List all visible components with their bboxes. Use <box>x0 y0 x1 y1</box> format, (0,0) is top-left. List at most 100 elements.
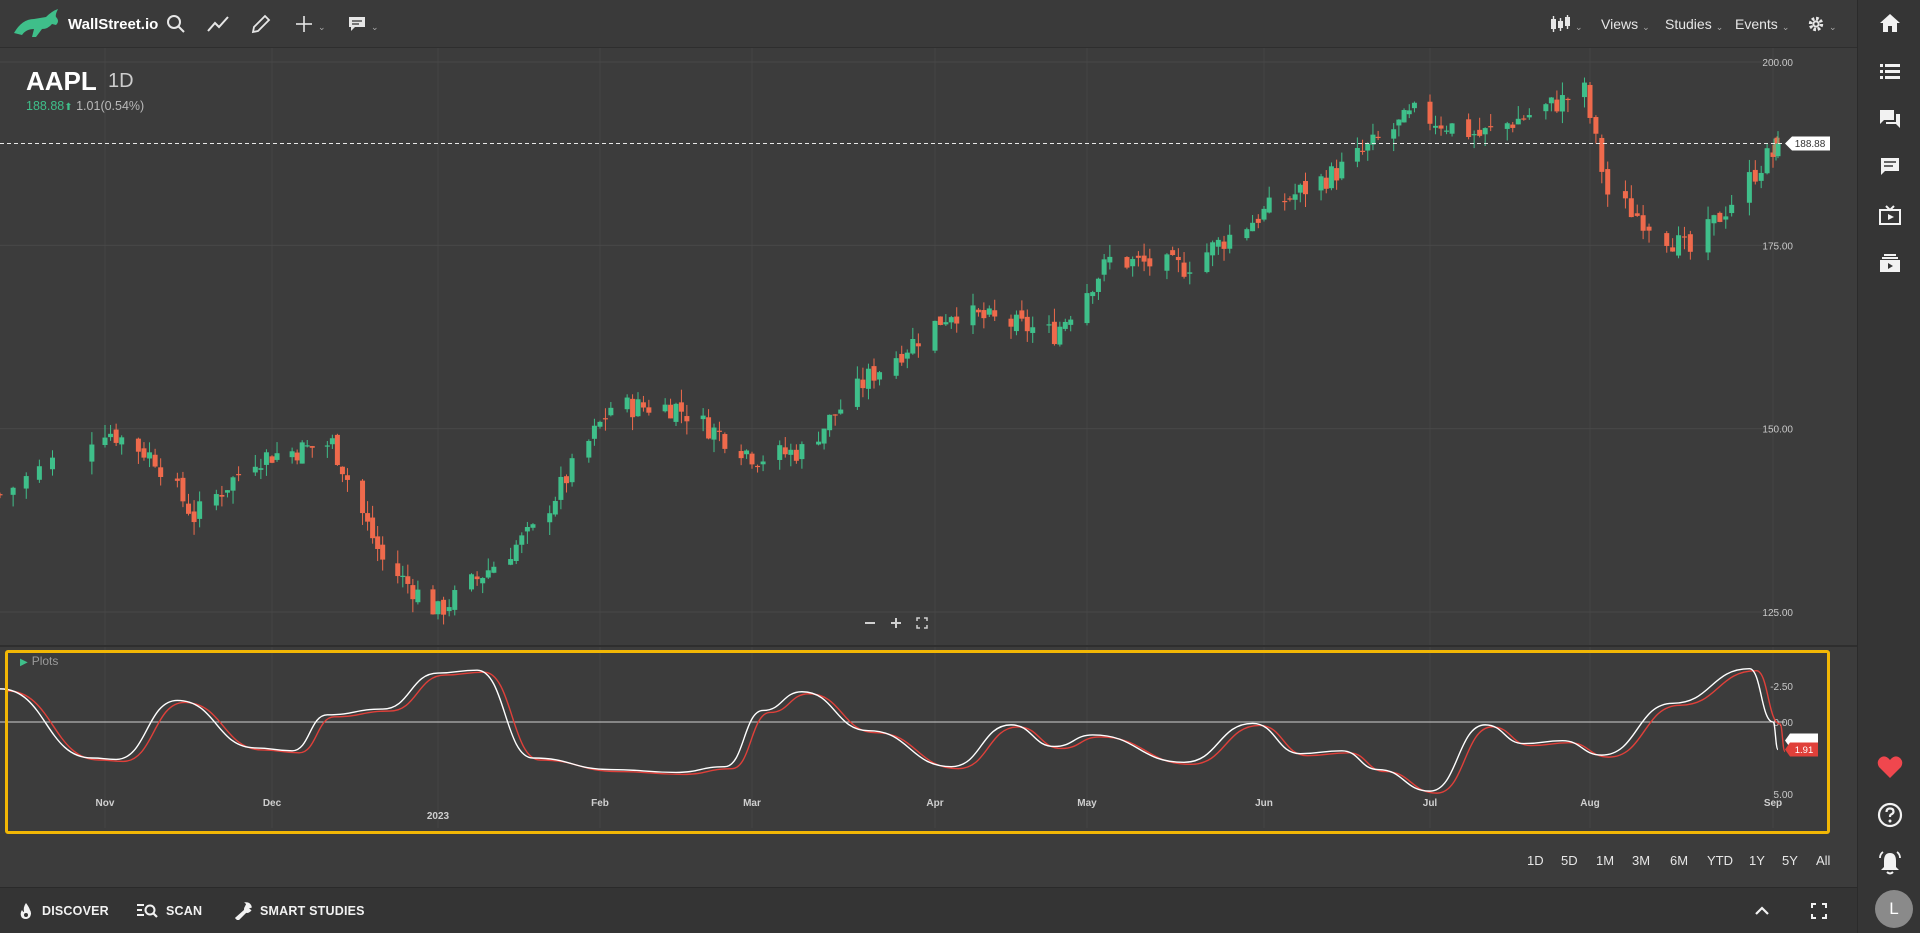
zoom-in-button[interactable] <box>886 613 906 633</box>
candle <box>673 402 679 426</box>
candle <box>1141 243 1147 272</box>
candle-body <box>186 503 191 514</box>
favorites-button[interactable] <box>1858 749 1920 785</box>
candle-body <box>1711 215 1717 224</box>
candle-body <box>1221 241 1227 249</box>
study-panel-label[interactable]: ▶ Plots <box>20 654 58 668</box>
library-button[interactable] <box>1858 245 1920 281</box>
range-button-ytd[interactable]: YTD <box>1707 853 1733 868</box>
discover-label: DISCOVER <box>42 904 109 918</box>
draw-button[interactable] <box>250 0 272 48</box>
candle-body <box>415 589 421 603</box>
chart-canvas[interactable]: 200.00175.00150.00125.00188.885.000.00-2… <box>0 48 1857 838</box>
search-button[interactable] <box>166 0 186 48</box>
events-menu[interactable]: Events ⌄ <box>1735 0 1789 48</box>
candle <box>1244 227 1250 241</box>
trend-line-button[interactable] <box>206 0 230 48</box>
candle-body <box>700 415 706 420</box>
chart-type-button[interactable]: ⌄ <box>1549 0 1583 48</box>
brand-logo[interactable]: WallStreet.io <box>12 0 158 48</box>
range-button-3m[interactable]: 3M <box>1632 853 1650 868</box>
reset-zoom-button[interactable] <box>912 613 932 633</box>
candle-body <box>630 398 636 418</box>
candle-body <box>360 480 366 514</box>
messages-button[interactable] <box>1858 149 1920 185</box>
candle-body <box>1147 258 1153 267</box>
discover-button[interactable]: DISCOVER <box>18 888 109 933</box>
candle-body <box>1444 130 1450 132</box>
candle-body <box>446 607 452 612</box>
candle-body <box>1705 219 1711 253</box>
candle <box>832 414 838 426</box>
candle-body <box>1687 234 1693 252</box>
views-menu[interactable]: Views ⌄ <box>1601 0 1650 48</box>
forum-button[interactable] <box>1858 101 1920 137</box>
candle-body <box>1030 327 1036 333</box>
candle-body <box>485 570 491 578</box>
range-button-1d[interactable]: 1D <box>1527 853 1544 868</box>
candle-body <box>1581 82 1587 98</box>
alerts-button[interactable] <box>1858 845 1920 881</box>
candle <box>1287 196 1293 202</box>
candle-body <box>1255 218 1261 223</box>
avatar[interactable]: L <box>1875 890 1913 928</box>
candle-body <box>799 444 805 460</box>
price-chart[interactable]: 200.00 175.00 150.00 125.00 188.88 5.00 0.00 -2… <box>0 48 1857 838</box>
videos-button[interactable] <box>1858 197 1920 233</box>
candle <box>1640 205 1646 240</box>
candle <box>1396 119 1402 137</box>
plus-icon <box>891 618 901 628</box>
collapse-panel-button[interactable] <box>1754 888 1778 933</box>
candle-body <box>1101 259 1107 275</box>
candle-body <box>1775 143 1781 157</box>
candle-body <box>400 575 406 578</box>
studies-label: Studies <box>1665 16 1712 32</box>
settings-button[interactable]: ⌄ <box>1807 0 1837 48</box>
fullscreen-button[interactable] <box>1811 888 1835 933</box>
help-button[interactable] <box>1858 797 1920 833</box>
candle <box>1135 251 1141 267</box>
candle-body <box>788 449 794 455</box>
candle-body <box>673 403 679 422</box>
range-button-5d[interactable]: 5D <box>1561 853 1578 868</box>
candle <box>591 418 597 446</box>
watchlist-button[interactable] <box>1858 53 1920 89</box>
candle <box>1095 277 1101 300</box>
candle-body <box>1406 110 1412 115</box>
candle-body <box>646 407 652 413</box>
range-button-6m[interactable]: 6M <box>1670 853 1688 868</box>
studies-menu[interactable]: Studies ⌄ <box>1665 0 1723 48</box>
candle-body <box>877 372 883 380</box>
candle-body <box>0 494 3 496</box>
candle-body <box>865 368 871 389</box>
candle-body <box>1013 314 1019 332</box>
candle <box>1504 121 1510 141</box>
candle <box>1147 248 1153 276</box>
candle-body <box>1640 215 1646 231</box>
study-fast-line <box>0 668 1779 792</box>
candle <box>452 585 458 616</box>
candle <box>1068 315 1074 332</box>
smart-studies-button[interactable]: SMART STUDIES <box>234 888 365 933</box>
candle <box>948 315 954 329</box>
gear-icon <box>1808 16 1824 32</box>
chevron-down-icon: ⌄ <box>318 21 326 32</box>
candle-body <box>975 309 981 313</box>
candle-body <box>1764 148 1770 174</box>
range-button-1y[interactable]: 1Y <box>1749 853 1765 868</box>
scan-button[interactable]: SCAN <box>136 888 202 933</box>
crosshair-button[interactable]: ⌄ <box>294 0 326 48</box>
range-button-5y[interactable]: 5Y <box>1782 853 1798 868</box>
interval-label: 1D <box>108 70 134 92</box>
help-icon <box>1877 802 1902 828</box>
candle <box>1510 121 1516 133</box>
candle <box>1354 137 1360 168</box>
zoom-out-button[interactable] <box>860 613 880 633</box>
chevron-down-icon: ⌄ <box>1829 21 1837 32</box>
range-button-all[interactable]: All <box>1816 853 1830 868</box>
home-button[interactable] <box>1858 5 1920 41</box>
range-button-1m[interactable]: 1M <box>1596 853 1614 868</box>
range-selector: 1D 5D 1M 3M 6M YTD 1Y 5Y All <box>0 845 1857 877</box>
candle <box>716 421 722 442</box>
comment-button[interactable]: ⌄ <box>347 0 379 48</box>
